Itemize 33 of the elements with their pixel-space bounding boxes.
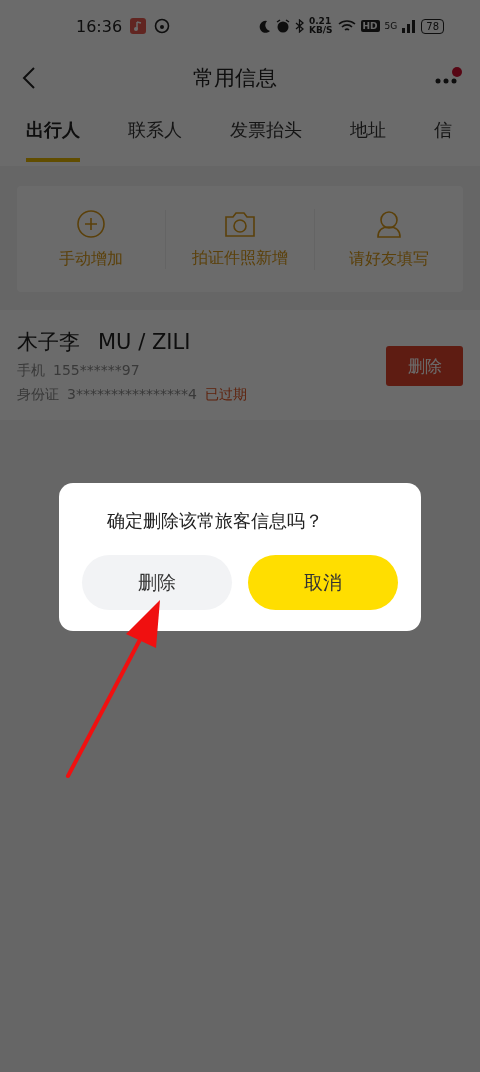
delete-button[interactable]: 删除: [386, 346, 463, 386]
traveler-name: 木子李: [17, 329, 80, 356]
dialog-message: 确定删除该常旅客信息吗？: [106, 509, 324, 533]
signal-icon: [402, 19, 417, 33]
back-icon[interactable]: [22, 66, 36, 90]
cancel-button[interactable]: 取消: [248, 555, 398, 610]
action-label[interactable]: 拍证件照新增: [192, 247, 288, 269]
hd-indicator: HD: [360, 20, 380, 32]
network-speed: 0.21: [308, 17, 333, 26]
tab[interactable]: 信: [434, 104, 452, 162]
expired-status: 已过期: [204, 386, 247, 404]
page-title: 常用信息: [192, 65, 278, 92]
battery-level: 78: [421, 18, 444, 34]
tab[interactable]: 发票抬头: [230, 104, 302, 162]
tab[interactable]: 出行人: [26, 104, 80, 162]
traveler-pinyin: MU / ZILI: [98, 330, 191, 354]
moon-icon: [257, 19, 271, 33]
bluetooth-icon: [294, 19, 304, 33]
alarm-icon: [275, 19, 290, 33]
music-app-icon: [130, 18, 147, 34]
action-label[interactable]: 手动增加: [59, 248, 123, 270]
tab[interactable]: 联系人: [128, 104, 182, 162]
network-speed-unit: KB/S: [308, 26, 333, 35]
delete-button[interactable]: 删除: [82, 555, 232, 610]
wifi-icon: [337, 19, 356, 33]
clock-time: 16:36: [76, 16, 123, 36]
app-icon: [154, 18, 171, 34]
camera-icon: [224, 209, 256, 238]
action-label[interactable]: 请好友填写: [349, 248, 429, 270]
person-icon: [374, 208, 404, 239]
tab[interactable]: 地址: [350, 104, 386, 162]
network-type: 5G: [384, 21, 398, 31]
plus-circle-icon: [76, 208, 106, 239]
